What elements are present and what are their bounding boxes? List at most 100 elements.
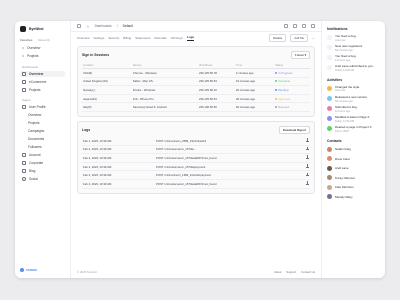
- footer-link-support[interactable]: Support: [286, 270, 296, 274]
- session-row[interactable]: United Kingdom(10) Safari - Mac OS 236.125…: [82, 77, 310, 87]
- activities-title: Activities: [327, 77, 343, 82]
- log-row[interactable]: Feb 2, 2023, 10:39 AM POST /v1/customers/…: [82, 162, 310, 172]
- activity-item[interactable]: Submitted a bug. 12 hours ago: [327, 105, 380, 113]
- contact-item[interactable]: Melody Macy: [327, 194, 380, 200]
- tab-logs[interactable]: Logs: [186, 35, 195, 41]
- sessions-filter[interactable]: 1 Hour ▾: [290, 51, 310, 59]
- panel-toggle-icon[interactable]: [311, 24, 315, 28]
- breadcrumb-default[interactable]: Default: [123, 24, 133, 28]
- disable-button[interactable]: Disable: [269, 33, 287, 42]
- footer-link-about[interactable]: About: [274, 270, 281, 274]
- more-icon[interactable]: ⋯: [312, 36, 315, 40]
- footer-link-contact[interactable]: Contact Us: [301, 270, 315, 274]
- log-path: POST /v1/customers/c_s57fdadab57d/not_fo…: [154, 153, 299, 163]
- notification-item[interactable]: Andi Lane subscribed to you. Today, 11:59…: [327, 65, 380, 72]
- add-button[interactable]: Add Mo: [290, 33, 308, 42]
- download-icon[interactable]: [306, 172, 309, 177]
- sidebar-item-user-profile-label: User Profile: [29, 105, 46, 110]
- tab-settings[interactable]: Settings: [94, 36, 105, 40]
- session-row[interactable]: Norway(-) Firefox - Windows 236.125.56.10 2…: [82, 85, 310, 95]
- sidebar-item-social[interactable]: Social: [20, 176, 65, 183]
- download-icon[interactable]: [306, 146, 309, 151]
- download-icon[interactable]: [306, 155, 309, 159]
- history-icon[interactable]: [293, 24, 297, 28]
- activity-item[interactable]: Modified A data in Page X. Today, 11:59 A…: [327, 116, 380, 123]
- folder-icon: [22, 87, 26, 92]
- app-window: ByeWind Favorites Recently Overview Proj…: [15, 21, 385, 278]
- contact-item[interactable]: Drew Cano: [327, 156, 380, 162]
- contact-item[interactable]: Natali Craig: [327, 146, 380, 152]
- sidebar-item-ecommerce[interactable]: eCommerce: [20, 79, 65, 86]
- sidebar-sub-overview[interactable]: Overview: [20, 112, 65, 119]
- log-row[interactable]: Feb 2, 2023, 10:39 AM POST /v1/customers/…: [82, 179, 310, 189]
- session-time: 30 minutes ago: [234, 94, 275, 104]
- theme-icon[interactable]: [284, 24, 288, 28]
- tab-api-keys[interactable]: API Keys: [171, 36, 183, 40]
- notification-icon: [327, 35, 332, 40]
- sidebar-toggle-icon[interactable]: [77, 24, 81, 28]
- sidebar-item-user-profile[interactable]: User Profile: [20, 104, 65, 111]
- notification-item[interactable]: You fixed a bug. Just now: [327, 34, 380, 42]
- contact-item[interactable]: Koray Okumus: [327, 175, 380, 181]
- sidebar-item-corporate[interactable]: Corporate: [20, 160, 65, 167]
- log-row[interactable]: Feb 1, 2023, 10:39 AM POST /v1/invoice/in…: [82, 136, 310, 146]
- sidebar-sub-documents[interactable]: Documents: [20, 136, 65, 143]
- star-icon[interactable]: ☆: [86, 24, 90, 29]
- sidebar-tabs: Favorites Recently: [20, 38, 65, 42]
- tab-statements[interactable]: Statements: [135, 36, 150, 40]
- activity-item[interactable]: Released a new version. 59 minutes ago: [327, 95, 380, 103]
- sidebar-item-projects[interactable]: Projects: [20, 87, 65, 94]
- activity-item[interactable]: Changed the style. Just now: [327, 85, 380, 92]
- log-row[interactable]: Feb 2, 2023, 10:39 AM POST /v1/customers/…: [82, 153, 310, 163]
- tab-overview[interactable]: Overview: [77, 36, 90, 40]
- contact-item[interactable]: Andi Lane: [327, 165, 380, 171]
- sidebar-item-account[interactable]: Account: [20, 152, 65, 159]
- session-ip: 236.100.56.50: [197, 102, 235, 112]
- contact-item[interactable]: Kate Morrison: [327, 184, 380, 190]
- session-row[interactable]: Japan(112) iOS - iPhone Pro 236.125.56.54 3…: [82, 94, 310, 104]
- breadcrumb-dashboards[interactable]: Dashboards: [95, 24, 112, 28]
- blog-icon: [22, 169, 26, 174]
- activity-item[interactable]: Deleted a page in Project X. Feb 2, 2023: [327, 126, 380, 133]
- download-icon[interactable]: [306, 138, 309, 142]
- sidebar-item-blog[interactable]: Blog: [20, 168, 65, 175]
- download-report-button[interactable]: Download Report: [278, 125, 310, 134]
- favorite-overview[interactable]: Overview: [20, 45, 65, 52]
- tab-recently[interactable]: Recently: [38, 38, 50, 42]
- status-dot: [275, 97, 278, 100]
- favorite-projects[interactable]: Projects: [20, 53, 65, 60]
- sidebar-sub-projects[interactable]: Projects: [20, 120, 65, 127]
- log-row[interactable]: Feb 2, 2023, 10:39 AM POST /v1/customers/…: [82, 145, 310, 155]
- log-row[interactable]: Feb 2, 2023, 10:39 AM POST /v1/invoice/in…: [82, 170, 310, 180]
- sidebar-sub-followers-label: Followers: [28, 145, 42, 150]
- activity-time: 59 minutes ago: [335, 99, 353, 103]
- brand[interactable]: ByeWind: [20, 26, 65, 32]
- favorite-projects-label: Projects: [27, 54, 39, 59]
- sidebar-sub-followers[interactable]: Followers: [20, 144, 65, 151]
- download-icon[interactable]: [306, 181, 309, 185]
- log-date: Feb 1, 2023, 10:39 AM: [82, 136, 155, 146]
- notification-item[interactable]: You fixed a bug. 12 hours ago: [327, 55, 380, 62]
- session-ip: 236.125.56.54: [197, 94, 235, 104]
- log-path: POST /v1/customers/c_s57fda/payment: [154, 162, 299, 172]
- session-row[interactable]: USA(5) Chrome - Windows 236.125.56.78 2 min…: [82, 68, 310, 78]
- tab-referrals[interactable]: Referrals: [154, 36, 166, 40]
- sidebar-sub-campaigns[interactable]: Campaigns: [20, 128, 65, 135]
- tab-billing[interactable]: Billing: [123, 36, 131, 40]
- notification-icon: [327, 55, 332, 61]
- sidebar-item-overview[interactable]: Overview: [20, 70, 65, 77]
- tab-favorites[interactable]: Favorites: [20, 38, 32, 42]
- activity-time: 12 hours ago: [335, 109, 351, 113]
- notification-item[interactable]: New user registered. 59 minutes ago: [327, 44, 380, 52]
- activity-avatar: [327, 126, 332, 132]
- status-label: Complete: [278, 79, 291, 84]
- tab-security[interactable]: Security: [108, 36, 119, 40]
- download-icon[interactable]: [306, 164, 309, 168]
- session-location: Norway(-): [82, 85, 132, 95]
- bell-icon[interactable]: [302, 24, 306, 28]
- dashboards-heading: Dashboards: [22, 64, 39, 69]
- activity-avatar: [327, 85, 332, 91]
- topbar: ☆ Dashboards / Default: [71, 21, 321, 32]
- session-row[interactable]: Italy(5) Samsung Noted 5- Android 236.100.…: [82, 102, 310, 112]
- notification-time: Just now: [335, 38, 346, 42]
